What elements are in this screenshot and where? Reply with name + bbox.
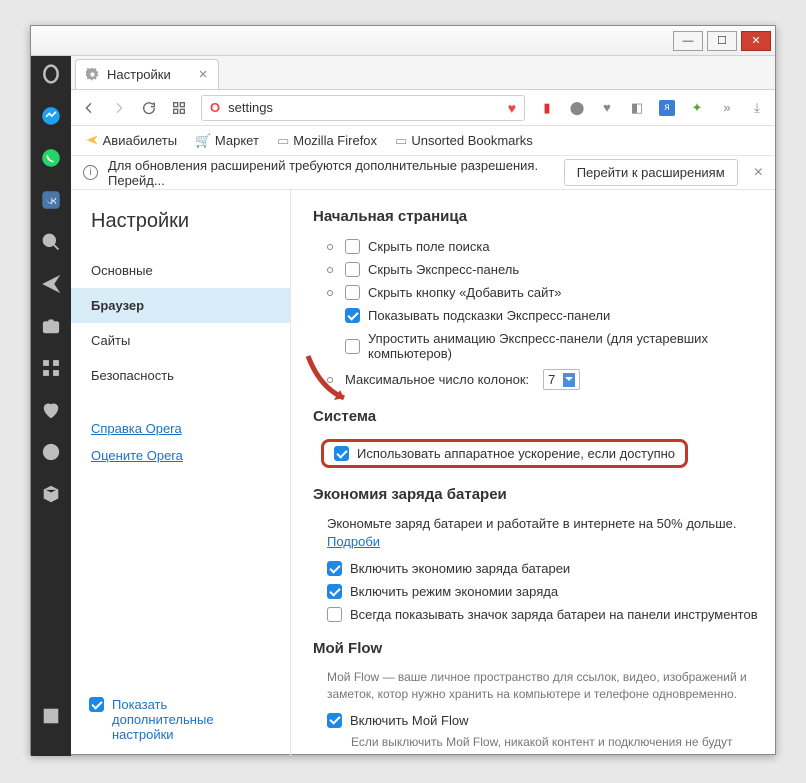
tab-close-icon[interactable]: ×	[199, 66, 208, 83]
settings-panel: Начальная страница Скрыть поле поиска Ск…	[291, 190, 775, 756]
notification-bar: i Для обновления расширений требуются до…	[71, 156, 775, 190]
extension-icon-2[interactable]: ⬤	[569, 100, 585, 116]
shield-icon[interactable]: ♥	[599, 100, 615, 116]
window-titlebar: — ☐ ✕	[31, 26, 775, 56]
minimize-button[interactable]: —	[673, 31, 703, 51]
toolbar: O settings ♥ ▮ ⬤ ♥ ◧ я ✦ » ⤓	[71, 90, 775, 126]
go-to-extensions-button[interactable]: Перейти к расширениям	[564, 159, 738, 186]
bookmark-unsorted[interactable]: ▭Unsorted Bookmarks	[395, 133, 533, 149]
tab-label: Настройки	[107, 67, 171, 82]
messenger-icon[interactable]	[41, 106, 61, 126]
opt-hw-accel-highlight: Использовать аппаратное ускорение, если …	[321, 439, 688, 468]
sidebar-link-rate[interactable]: Оцените Opera	[71, 442, 290, 469]
settings-content: Настройки Основные Браузер Сайты Безопас…	[71, 190, 775, 756]
translate-icon[interactable]: я	[659, 100, 675, 116]
extension-icon-3[interactable]: ◧	[629, 100, 645, 116]
forward-button[interactable]	[111, 100, 127, 116]
opera-logo-icon	[41, 64, 61, 84]
whatsapp-icon[interactable]	[41, 148, 61, 168]
sidebar-item-browser[interactable]: Браузер	[71, 288, 290, 323]
cube-icon[interactable]	[41, 484, 61, 504]
section-battery-title: Экономия заряда батареи	[313, 486, 775, 503]
collapse-icon[interactable]	[41, 706, 61, 726]
heart-icon[interactable]	[41, 400, 61, 420]
send-icon[interactable]	[41, 274, 61, 294]
clock-icon[interactable]	[41, 442, 61, 462]
bookmark-heart-icon[interactable]: ♥	[508, 100, 516, 116]
sidebar-item-security[interactable]: Безопасность	[71, 358, 290, 393]
opera-o-icon: O	[210, 100, 220, 115]
flow-desc: Мой Flow — ваше личное пространство для …	[313, 667, 775, 709]
opt-enable-flow[interactable]: Включить Мой Flow	[313, 709, 775, 732]
hw-accel-label: Использовать аппаратное ускорение, если …	[357, 446, 675, 461]
notification-text: Для обновления расширений требуются допо…	[108, 158, 554, 188]
gear-icon	[86, 68, 99, 81]
camera-icon[interactable]	[41, 316, 61, 336]
tab-strip: Настройки ×	[71, 56, 775, 90]
sidebar-link-help[interactable]: Справка Opera	[71, 415, 290, 442]
dismiss-notification-button[interactable]: ×	[754, 164, 763, 182]
settings-sidebar: Настройки Основные Браузер Сайты Безопас…	[71, 190, 291, 756]
hw-accel-checkbox[interactable]	[334, 446, 349, 461]
opt-max-cols: Максимальное число колонок:7	[313, 365, 775, 394]
sidebar-item-basic[interactable]: Основные	[71, 253, 290, 288]
overflow-icon[interactable]: »	[719, 100, 735, 116]
close-button[interactable]: ✕	[741, 31, 771, 51]
bookmarks-bar: Авиабилеты 🛒 Маркет ▭Mozilla Firefox ▭Un…	[71, 126, 775, 156]
search-icon[interactable]	[41, 232, 61, 252]
show-advanced-toggle[interactable]: Показать дополнительные настройки	[71, 683, 290, 756]
show-advanced-label: Показать дополнительные настройки	[112, 697, 272, 742]
battery-desc: Экономьте заряд батареи и работайте в ин…	[313, 513, 775, 557]
opt-hide-addsite[interactable]: Скрыть кнопку «Добавить сайт»	[313, 281, 775, 304]
opt-enable-saving[interactable]: Включить режим экономии заряда	[313, 580, 775, 603]
tab-settings[interactable]: Настройки ×	[75, 59, 219, 89]
left-rail	[31, 56, 71, 756]
opt-hide-search[interactable]: Скрыть поле поиска	[313, 235, 775, 258]
opt-simple-anim[interactable]: Упростить анимацию Экспресс-панели (для …	[313, 327, 775, 365]
url-text: settings	[228, 100, 273, 115]
opt-always-show-icon[interactable]: Всегда показывать значок заряда батареи …	[313, 603, 775, 626]
battery-learn-more-link[interactable]: Подроби	[327, 534, 380, 549]
show-advanced-checkbox[interactable]	[89, 697, 104, 712]
opt-show-hints[interactable]: Показывать подсказки Экспресс-панели	[313, 304, 775, 327]
browser-window: — ☐ ✕ Настройки ×	[30, 25, 776, 755]
bookmark-market[interactable]: 🛒 Маркет	[195, 133, 259, 149]
main-column: Настройки × O settings ♥ ▮ ⬤ ♥ ◧ я	[71, 56, 775, 756]
section-system-title: Система	[313, 408, 775, 425]
sidebar-item-sites[interactable]: Сайты	[71, 323, 290, 358]
extension-icon-1[interactable]: ▮	[539, 100, 555, 116]
maximize-button[interactable]: ☐	[707, 31, 737, 51]
vk-icon[interactable]	[41, 190, 61, 210]
bookmark-firefox[interactable]: ▭Mozilla Firefox	[277, 133, 377, 149]
grid-icon[interactable]	[41, 358, 61, 378]
section-startpage-title: Начальная страница	[313, 208, 775, 225]
chevron-down-icon	[563, 373, 575, 387]
address-bar[interactable]: O settings ♥	[201, 95, 525, 121]
sidebar-title: Настройки	[71, 210, 290, 253]
info-icon: i	[83, 165, 98, 180]
section-flow-title: Мой Flow	[313, 640, 775, 657]
downloads-icon[interactable]: ⤓	[749, 100, 765, 116]
bookmark-flights[interactable]: Авиабилеты	[85, 133, 177, 148]
speed-dial-button[interactable]	[171, 100, 187, 116]
opt-enable-battery[interactable]: Включить экономию заряда батареи	[313, 557, 775, 580]
chrome-area: Настройки × O settings ♥ ▮ ⬤ ♥ ◧ я	[31, 56, 775, 756]
back-button[interactable]	[81, 100, 97, 116]
max-cols-select[interactable]: 7	[543, 369, 580, 390]
flow-note: Если выключить Мой Flow, никакой контент…	[313, 732, 775, 756]
reload-button[interactable]	[141, 100, 157, 116]
opt-hide-speeddial[interactable]: Скрыть Экспресс-панель	[313, 258, 775, 281]
extension-icon-4[interactable]: ✦	[689, 100, 705, 116]
